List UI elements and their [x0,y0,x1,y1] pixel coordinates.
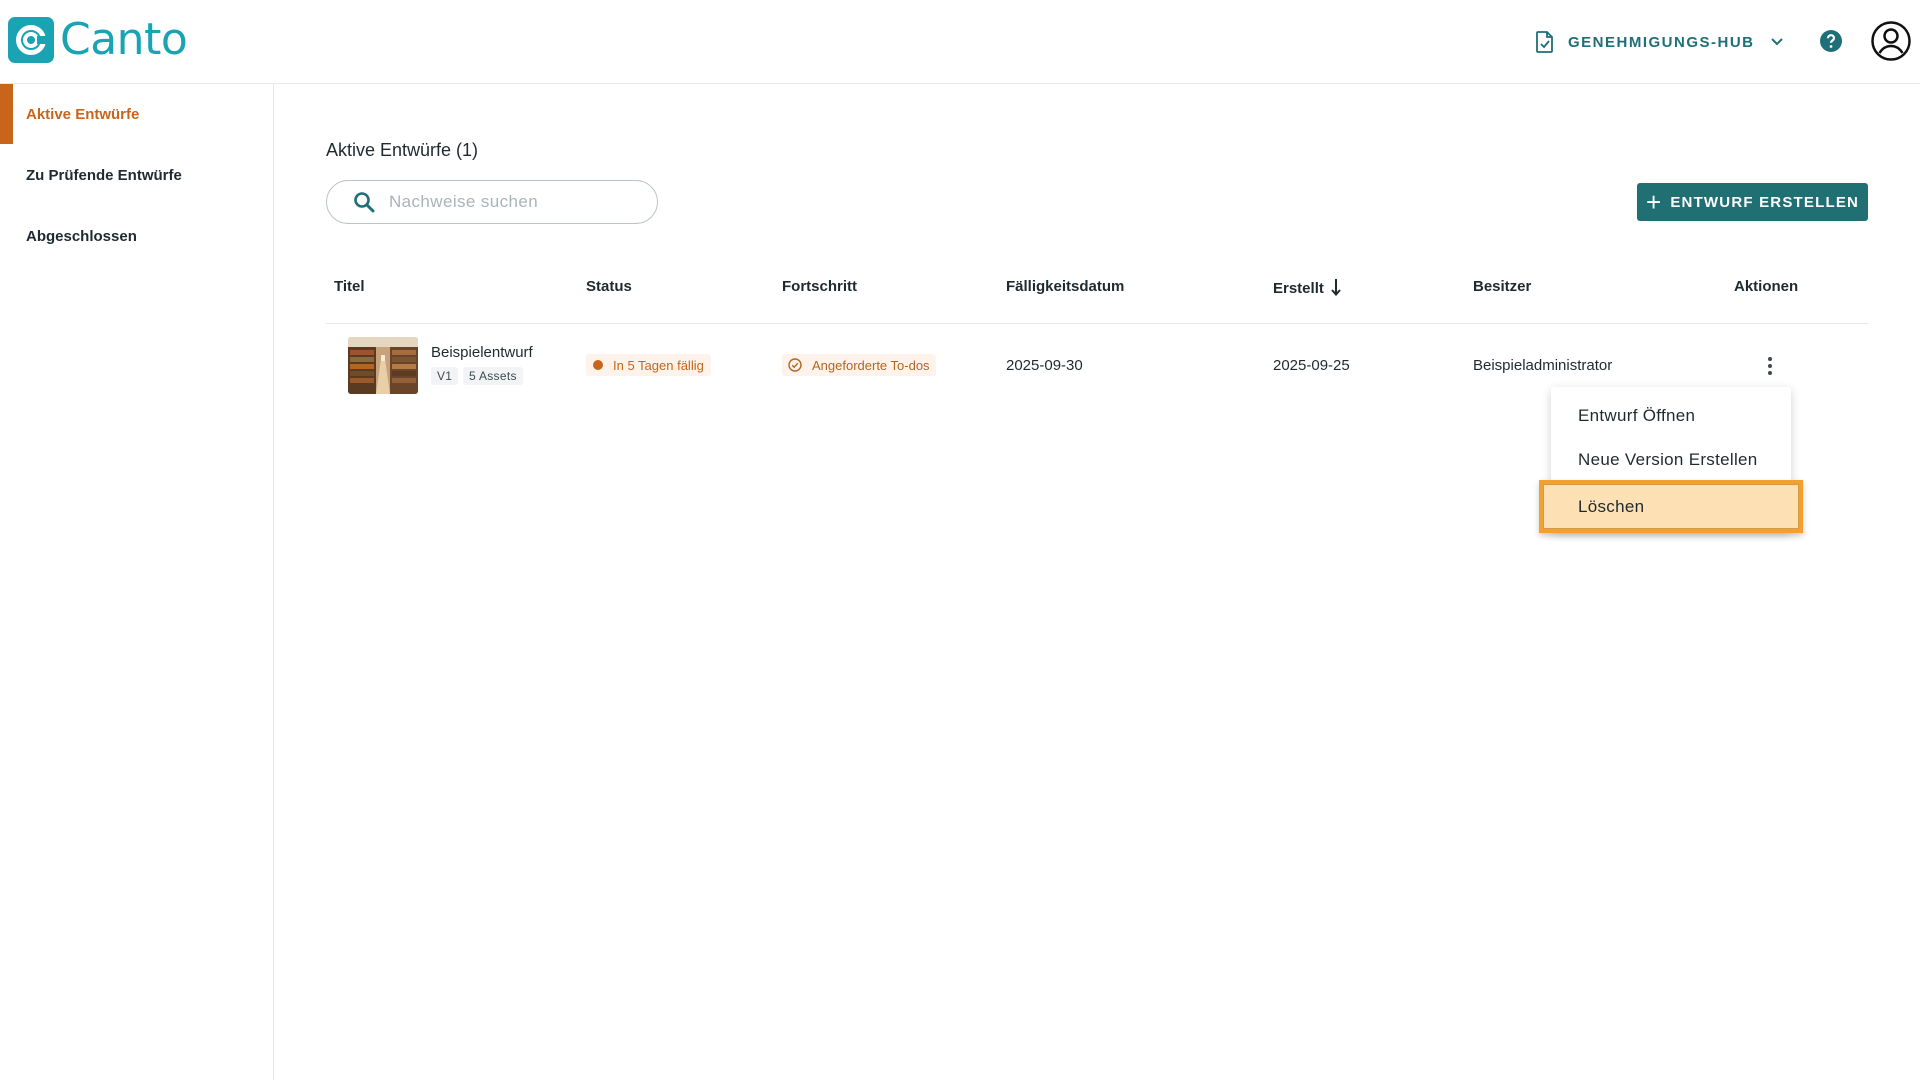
column-header-created[interactable]: Erstellt [1273,278,1342,297]
top-header: Canto GENEHMIGUNGS-HUB [0,0,1920,84]
document-check-icon [1536,31,1553,53]
logo-text: Canto [60,14,188,65]
due-date-cell: 2025-09-30 [1006,357,1083,374]
column-header-owner[interactable]: Besitzer [1473,278,1531,295]
draft-title[interactable]: Beispielentwurf [431,344,533,361]
help-circle-icon[interactable] [1819,29,1843,53]
version-tag: V1 [431,367,459,385]
column-header-title[interactable]: Titel [334,278,365,295]
assets-count-tag: 5 Assets [463,367,523,385]
menu-item-open-draft[interactable]: Entwurf Öffnen [1551,394,1791,438]
plus-icon: + [1645,187,1663,217]
menu-item-new-version[interactable]: Neue Version Erstellen [1551,438,1791,482]
draft-thumbnail[interactable] [348,337,418,394]
progress-badge: Angeforderte To-dos [782,354,936,376]
status-label: In 5 Tagen fällig [613,357,704,373]
column-header-due-date[interactable]: Fälligkeitsdatum [1006,278,1124,295]
created-date-cell: 2025-09-25 [1273,357,1350,374]
sort-descending-icon [1331,279,1341,296]
search-box[interactable] [326,180,658,224]
column-header-progress[interactable]: Fortschritt [782,278,857,295]
canto-logo-icon [8,17,54,63]
create-draft-button[interactable]: + ENTWURF ERSTELLEN [1637,183,1868,221]
search-input[interactable] [389,192,639,212]
search-icon [354,192,375,213]
approval-hub-dropdown[interactable]: GENEHMIGUNGS-HUB [1536,28,1785,56]
create-draft-label: ENTWURF ERSTELLEN [1670,193,1860,211]
column-header-actions: Aktionen [1734,278,1799,295]
sidebar: Aktive Entwürfe Zu Prüfende Entwürfe Abg… [0,84,274,1080]
status-dot-icon [593,360,603,370]
status-badge: In 5 Tagen fällig [586,354,711,376]
chevron-down-icon [1770,38,1783,46]
canto-logo[interactable]: Canto [8,14,188,65]
sidebar-item-drafts-to-review[interactable]: Zu Prüfende Entwürfe [0,145,273,205]
page-title: Aktive Entwürfe (1) [326,140,479,160]
menu-item-delete[interactable]: Löschen [1539,480,1803,533]
progress-label: Angeforderte To-dos [812,357,930,373]
check-circle-icon [788,358,802,372]
sidebar-item-active-drafts[interactable]: Aktive Entwürfe [0,84,273,144]
hub-label: GENEHMIGUNGS-HUB [1568,33,1755,51]
user-avatar-icon[interactable] [1871,21,1911,61]
column-header-status[interactable]: Status [586,278,632,295]
owner-cell: Beispieladministrator [1473,357,1613,374]
more-vertical-icon[interactable] [1763,354,1777,378]
column-header-created-label: Erstellt [1273,280,1324,297]
sidebar-item-completed[interactable]: Abgeschlossen [0,206,273,266]
header-divider [326,323,1868,324]
